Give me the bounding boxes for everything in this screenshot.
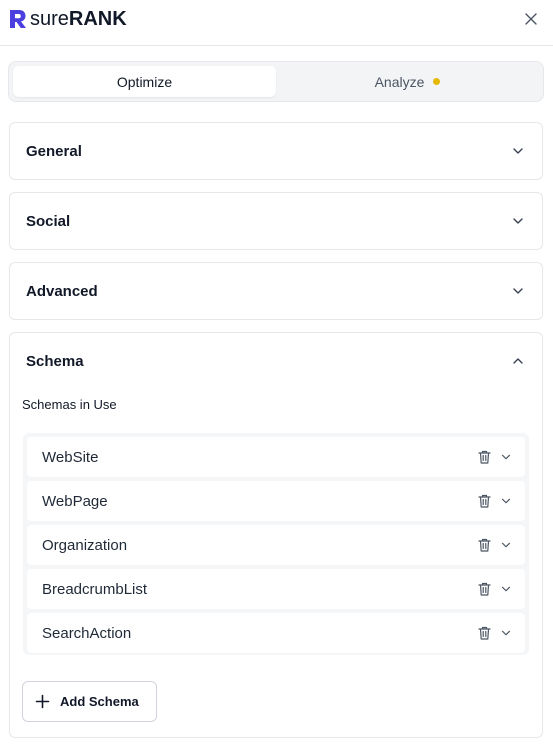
trash-icon [477,494,491,508]
delete-schema-button[interactable] [477,450,491,464]
tab-optimize-label: Optimize [116,73,173,90]
chevron-down-icon [501,630,511,636]
expand-schema-button[interactable] [499,450,513,464]
tab-analyze[interactable]: Analyze [276,66,539,97]
section-general-title: General [26,142,82,160]
tab-bar: Optimize Analyze [8,61,544,102]
section-advanced-header[interactable]: Advanced [10,263,542,319]
chevron-down-icon [513,148,523,154]
schema-name: SearchAction [42,624,132,642]
close-button[interactable] [520,8,542,30]
schema-row-breadcrumblist[interactable]: BreadcrumbList [27,569,525,609]
chevron-down-icon [501,542,511,548]
schema-row-webpage[interactable]: WebPage [27,481,525,521]
chevron-down-icon [501,498,511,504]
add-schema-label: Add Schema [60,694,139,709]
row-actions [477,450,513,464]
section-general: General [9,122,543,180]
schema-row-searchaction[interactable]: SearchAction [27,613,525,653]
surerank-logo-icon [10,10,26,28]
section-social-header[interactable]: Social [10,193,542,249]
trash-icon [477,538,491,552]
tab-optimize[interactable]: Optimize [13,66,276,97]
row-actions [477,626,513,640]
surerank-logo: sureRANK [8,8,127,30]
chevron-up-icon [513,358,523,364]
schema-name: BreadcrumbList [42,580,148,598]
chevron-down-icon [513,288,523,294]
expand-schema-button[interactable] [499,494,513,508]
close-icon [525,13,537,25]
header: sureRANK [0,0,553,46]
delete-schema-button[interactable] [477,626,491,640]
chevron-down-icon [513,218,523,224]
tab-analyze-label: Analyze [374,73,425,90]
schema-name: WebPage [42,492,108,510]
schema-row-organization[interactable]: Organization [27,525,525,565]
expand-schema-button[interactable] [499,582,513,596]
section-schema-header[interactable]: Schema [10,333,542,389]
add-schema-button[interactable]: Add Schema [22,681,157,722]
plus-icon [35,694,50,709]
section-social: Social [9,192,543,250]
delete-schema-button[interactable] [477,538,491,552]
chevron-down-icon [501,586,511,592]
trash-icon [477,450,491,464]
section-social-title: Social [26,212,71,230]
schema-name: Organization [42,536,128,554]
schema-list: WebSite WebPage Organization BreadcrumbL… [23,433,529,655]
schema-row-website[interactable]: WebSite [27,437,525,477]
schemas-in-use-label: Schemas in Use [22,397,117,412]
delete-schema-button[interactable] [477,582,491,596]
row-actions [477,494,513,508]
trash-icon [477,626,491,640]
chevron-down-icon [501,454,511,460]
expand-schema-button[interactable] [499,626,513,640]
status-dot [433,78,441,85]
delete-schema-button[interactable] [477,494,491,508]
schema-name: WebSite [42,448,99,466]
section-advanced: Advanced [9,262,543,320]
section-general-header[interactable]: General [10,123,542,179]
trash-icon [477,582,491,596]
row-actions [477,538,513,552]
section-advanced-title: Advanced [26,282,98,300]
brand-name: sureRANK [30,8,127,30]
section-schema: Schema Schemas in Use WebSite WebPage Or… [9,332,543,738]
row-actions [477,582,513,596]
expand-schema-button[interactable] [499,538,513,552]
section-schema-title: Schema [26,352,84,370]
